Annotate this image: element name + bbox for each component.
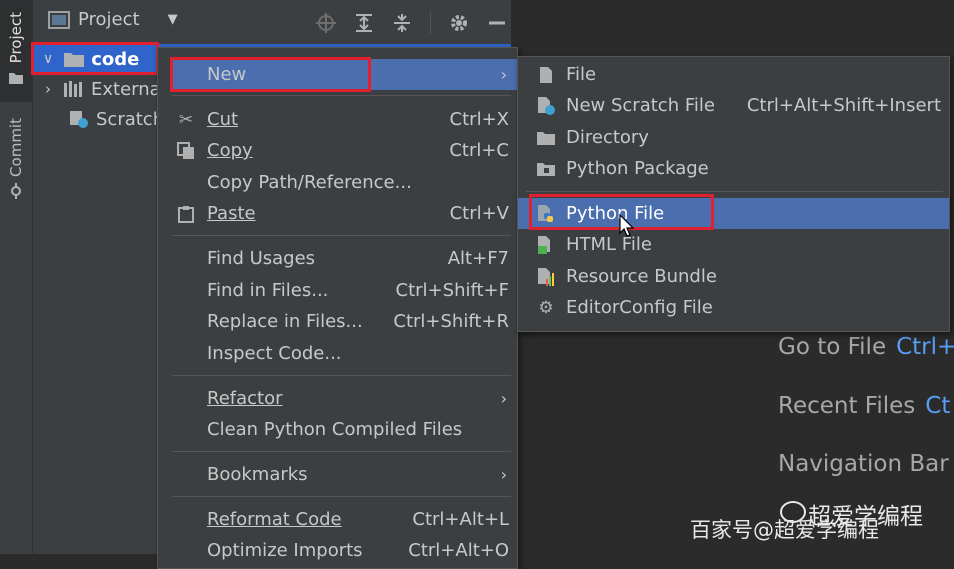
menu-item-bookmarks[interactable]: Bookmarks › xyxy=(158,459,517,490)
file-icon xyxy=(536,65,556,85)
menu-item-label: Cut xyxy=(207,109,239,130)
submenu-item-resource-bundle[interactable]: Resource Bundle xyxy=(518,261,949,292)
menu-item-label: EditorConfig File xyxy=(566,297,713,318)
menu-item-label: Python Package xyxy=(566,158,709,179)
menu-item-label: Clean Python Compiled Files xyxy=(207,419,463,440)
copy-icon xyxy=(176,141,196,161)
menu-item-shortcut: Ctrl+Shift+R xyxy=(393,311,509,332)
panel-toolbar xyxy=(316,12,507,34)
menu-item-shortcut: Ctrl+Alt+O xyxy=(408,540,509,561)
hint-label: Go to File xyxy=(778,334,887,360)
menu-item-label: Find in Files... xyxy=(207,280,329,301)
locate-icon[interactable] xyxy=(316,13,336,33)
menu-item-label: Copy xyxy=(207,140,253,161)
menu-item-label: Inspect Code... xyxy=(207,343,342,364)
tree-item-scratches[interactable]: Scratch xyxy=(33,104,164,134)
menu-item-shortcut: Alt+F7 xyxy=(447,248,509,269)
mouse-cursor-icon xyxy=(619,214,635,237)
tool-window-strip: Project Commit xyxy=(0,0,33,554)
chevron-down-icon: ▼ xyxy=(167,12,178,27)
menu-item-shortcut: Ctrl+Alt+L xyxy=(412,509,509,530)
chevron-right-icon: › xyxy=(500,65,507,84)
menu-item-replace-in-files[interactable]: Replace in Files... Ctrl+Shift+R xyxy=(158,306,517,337)
submenu-item-scratch-file[interactable]: New Scratch File Ctrl+Alt+Shift+Insert xyxy=(518,90,949,121)
menu-item-shortcut: Ctrl+C xyxy=(449,140,509,161)
menu-item-label: Directory xyxy=(566,127,649,148)
menu-item-inspect-code[interactable]: Inspect Code... xyxy=(158,338,517,369)
collapse-all-icon[interactable] xyxy=(392,13,412,33)
menu-item-shortcut: Ctrl+X xyxy=(449,109,509,130)
commit-icon xyxy=(11,182,21,199)
tab-project[interactable]: Project xyxy=(0,0,32,102)
submenu-item-python-package[interactable]: Python Package xyxy=(518,153,949,184)
menu-item-label: Find Usages xyxy=(207,248,316,269)
chevron-right-icon: › xyxy=(500,389,507,408)
menu-item-refactor[interactable]: Refactor › xyxy=(158,383,517,414)
chevron-right-icon: › xyxy=(45,80,51,98)
menu-item-shortcut: Ctrl+Alt+Shift+Insert xyxy=(746,95,941,116)
highlight-box-new xyxy=(170,57,371,92)
menu-item-label: Bookmarks xyxy=(207,464,308,485)
menu-item-label: Reformat Code xyxy=(207,509,342,530)
tab-project-label: Project xyxy=(7,12,25,64)
menu-item-label: File xyxy=(566,64,597,85)
project-view-selector[interactable]: Project ▼ xyxy=(48,9,178,30)
minimize-icon[interactable] xyxy=(487,13,507,33)
submenu-item-directory[interactable]: Directory xyxy=(518,122,949,153)
resource-bundle-icon xyxy=(536,267,556,287)
menu-item-shortcut: Ctrl+V xyxy=(449,203,509,224)
hint-shortcut: Ctrl+ xyxy=(896,334,954,360)
html-file-icon xyxy=(536,235,556,255)
scratch-file-icon xyxy=(536,96,556,116)
watermark-line-2: 百家号@超爱学编程 xyxy=(690,518,879,542)
menu-item-paste[interactable]: Paste Ctrl+V xyxy=(158,198,517,229)
menu-item-label: Copy Path/Reference... xyxy=(207,172,412,193)
tree-item-label: Scratch xyxy=(96,108,165,130)
submenu-item-file[interactable]: File xyxy=(518,59,949,90)
hint-go-to-file: Go to File Ctrl+ xyxy=(778,334,954,360)
hint-shortcut: Ct xyxy=(925,393,951,419)
package-icon xyxy=(536,159,556,179)
folder-icon xyxy=(536,128,556,148)
menu-item-find-in-files[interactable]: Find in Files... Ctrl+Shift+F xyxy=(158,275,517,306)
submenu-item-editorconfig[interactable]: ⚙ EditorConfig File xyxy=(518,292,949,323)
project-view-label: Project xyxy=(78,9,140,30)
expand-all-icon[interactable] xyxy=(354,13,374,33)
menu-item-cut[interactable]: ✂ Cut Ctrl+X xyxy=(158,104,517,135)
menu-item-label: Replace in Files... xyxy=(207,311,363,332)
hint-navigation-bar: Navigation Bar xyxy=(778,451,949,477)
hint-label: Recent Files xyxy=(778,393,916,419)
menu-item-label: New Scratch File xyxy=(566,95,715,116)
submenu-item-html-file[interactable]: HTML File xyxy=(518,229,949,260)
chevron-right-icon: › xyxy=(500,465,507,484)
hint-label: Navigation Bar xyxy=(778,451,949,477)
library-icon xyxy=(64,81,82,97)
menu-item-label: HTML File xyxy=(566,234,652,255)
menu-item-label: Resource Bundle xyxy=(566,266,717,287)
menu-item-label: Refactor xyxy=(207,388,283,409)
menu-item-reformat-code[interactable]: Reformat Code Ctrl+Alt+L xyxy=(158,504,517,535)
tab-commit-label: Commit xyxy=(7,118,25,177)
hint-recent-files: Recent Files Ct xyxy=(778,393,950,419)
scissors-icon: ✂ xyxy=(178,110,194,130)
tab-commit[interactable]: Commit xyxy=(0,118,32,199)
gear-icon[interactable] xyxy=(449,13,469,33)
tree-item-label: Externa xyxy=(91,78,161,100)
menu-item-label: Paste xyxy=(207,203,256,224)
menu-item-copy[interactable]: Copy Ctrl+C xyxy=(158,135,517,166)
project-view-icon xyxy=(48,10,70,29)
menu-item-clean-python[interactable]: Clean Python Compiled Files xyxy=(158,414,517,445)
highlight-box-code xyxy=(31,42,159,75)
context-menu: New › ✂ Cut Ctrl+X Copy Ctrl+C Copy Path… xyxy=(157,47,518,569)
menu-item-label: Optimize Imports xyxy=(207,540,363,561)
tree-item-external-libraries[interactable]: › Externa xyxy=(33,74,161,104)
menu-item-optimize-imports[interactable]: Optimize Imports Ctrl+Alt+O xyxy=(158,535,517,566)
gear-icon: ⚙ xyxy=(538,298,554,318)
scratches-icon xyxy=(70,111,88,128)
menu-item-find-usages[interactable]: Find Usages Alt+F7 xyxy=(158,243,517,274)
clipboard-icon xyxy=(176,204,196,224)
folder-icon xyxy=(9,73,23,85)
menu-item-copy-path[interactable]: Copy Path/Reference... xyxy=(158,167,517,198)
menu-item-shortcut: Ctrl+Shift+F xyxy=(395,280,509,301)
